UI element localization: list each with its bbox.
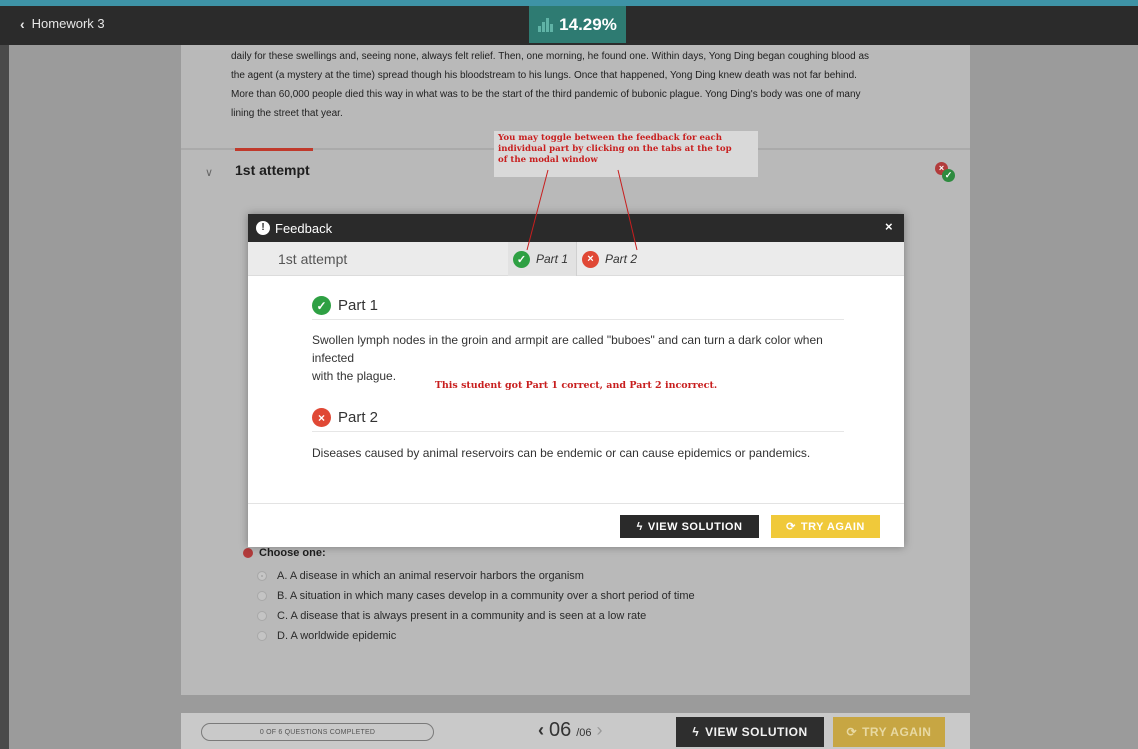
bottom-bar: 0 OF 6 QUESTIONS COMPLETED ‹ 06/06 › ϟ V… <box>181 713 970 749</box>
current-question-number: 06 <box>549 719 572 741</box>
check-circle-icon: ✓ <box>513 250 530 268</box>
modal-attempt-label: 1st attempt <box>278 251 348 267</box>
back-to-homework-link[interactable]: ‹ Homework 3 <box>20 16 105 31</box>
check-circle-icon: ✓ <box>312 296 331 315</box>
try-again-button[interactable]: ⟳ TRY AGAIN <box>833 717 945 747</box>
reading-passage: daily for these swellings and, seeing no… <box>231 47 931 123</box>
radio-button[interactable] <box>257 591 267 601</box>
modal-tab-bar: 1st attempt ✓ Part 1 × Part 2 <box>248 242 904 276</box>
x-circle-icon: × <box>582 250 599 268</box>
feedback-line: Diseases caused by animal reservoirs can… <box>312 446 811 460</box>
annotation-line: individual part by clicking on the tabs … <box>498 144 732 154</box>
part-1-heading: ✓ Part 1 <box>312 296 844 320</box>
passage-line: More than 60,000 people died this way in… <box>231 89 861 100</box>
modal-footer: ϟ VIEW SOLUTION ⟳ TRY AGAIN <box>248 503 904 547</box>
part-heading-label: Part 2 <box>338 409 379 426</box>
try-again-label: TRY AGAIN <box>800 520 865 533</box>
chevron-left-icon: ‹ <box>20 15 25 32</box>
feedback-modal: ! Feedback × 1st attempt ✓ Part 1 × Part… <box>248 214 904 547</box>
left-edge <box>0 45 9 749</box>
verdict-annotation: This student got Part 1 correct, and Par… <box>434 380 718 391</box>
chevron-down-icon[interactable]: ∨ <box>205 166 213 179</box>
view-solution-label: VIEW SOLUTION <box>705 725 808 739</box>
answer-option-a[interactable]: A. A disease in which an animal reservoi… <box>257 566 695 586</box>
modal-try-again-button[interactable]: ⟳ TRY AGAIN <box>771 515 880 538</box>
modal-view-solution-button[interactable]: ϟ VIEW SOLUTION <box>620 515 759 538</box>
answer-option-c[interactable]: C. A disease that is always present in a… <box>257 606 695 626</box>
tab-label: Part 2 <box>605 252 638 266</box>
radio-button[interactable] <box>257 611 267 621</box>
attempt-status-icon: × ✓ <box>935 162 955 182</box>
refresh-icon: ⟳ <box>786 521 796 533</box>
score-value: 14.29% <box>559 14 617 34</box>
attempt-divider-accent <box>235 148 313 151</box>
part-1-feedback: Swollen lymph nodes in the groin and arm… <box>312 331 852 385</box>
question-pager: ‹ 06/06 › <box>538 719 603 742</box>
choose-one-label: Choose one: <box>259 547 326 559</box>
next-question-button[interactable]: › <box>597 720 603 741</box>
part-2-feedback: Diseases caused by animal reservoirs can… <box>312 444 852 462</box>
annotation-line: You may toggle between the feedback for … <box>498 133 723 143</box>
modal-title: Feedback <box>275 221 333 236</box>
radio-button[interactable] <box>257 631 267 641</box>
x-circle-icon: × <box>312 408 331 427</box>
radio-button[interactable] <box>257 571 267 581</box>
total-questions: /06 <box>576 727 592 739</box>
modal-header: ! Feedback × <box>248 214 904 242</box>
attempt-title: 1st attempt <box>235 162 310 178</box>
annotation-callout: You may toggle between the feedback for … <box>494 131 758 177</box>
passage-line: lining the street that year. <box>231 108 343 119</box>
tab-part-1[interactable]: ✓ Part 1 <box>508 242 576 276</box>
view-solution-label: VIEW SOLUTION <box>647 520 743 533</box>
score-badge: 14.29% <box>529 6 626 43</box>
passage-line: the agent (a mystery at the time) spread… <box>231 70 857 81</box>
tab-part-2[interactable]: × Part 2 <box>582 242 642 276</box>
option-label: B. A situation in which many cases devel… <box>277 590 695 602</box>
feedback-line: Swollen lymph nodes in the groin and arm… <box>312 333 823 365</box>
try-again-label: TRY AGAIN <box>862 725 932 739</box>
tab-label: Part 1 <box>536 252 569 266</box>
part-2-heading: × Part 2 <box>312 408 844 432</box>
part-heading-label: Part 1 <box>338 297 379 314</box>
close-icon[interactable]: × <box>885 219 893 234</box>
answer-option-b[interactable]: B. A situation in which many cases devel… <box>257 586 695 606</box>
option-label: C. A disease that is always present in a… <box>277 610 647 622</box>
option-label: A. A disease in which an animal reservoi… <box>277 570 584 582</box>
refresh-icon: ⟳ <box>846 725 858 739</box>
annotation-line: of the modal window <box>498 155 598 165</box>
option-label: D. A worldwide epidemic <box>277 630 397 642</box>
top-bar: ‹ Homework 3 14.29% <box>0 0 1138 45</box>
bar-chart-icon <box>538 17 554 32</box>
exclamation-circle-icon: ! <box>256 221 270 235</box>
back-link-label: Homework 3 <box>31 16 105 31</box>
answer-option-d[interactable]: D. A worldwide epidemic <box>257 626 695 646</box>
progress-indicator: 0 OF 6 QUESTIONS COMPLETED <box>201 723 434 741</box>
previous-question-button[interactable]: ‹ <box>538 720 544 741</box>
lightning-bolt-icon: ϟ <box>692 725 700 739</box>
answer-options: A. A disease in which an animal reservoi… <box>257 566 695 646</box>
tab-separator <box>576 242 577 276</box>
view-solution-button[interactable]: ϟ VIEW SOLUTION <box>676 717 824 747</box>
incorrect-marker-icon <box>243 548 253 558</box>
passage-line: daily for these swellings and, seeing no… <box>231 51 870 62</box>
choose-one-prompt: Choose one: <box>243 547 326 559</box>
lightning-bolt-icon: ϟ <box>636 520 643 533</box>
